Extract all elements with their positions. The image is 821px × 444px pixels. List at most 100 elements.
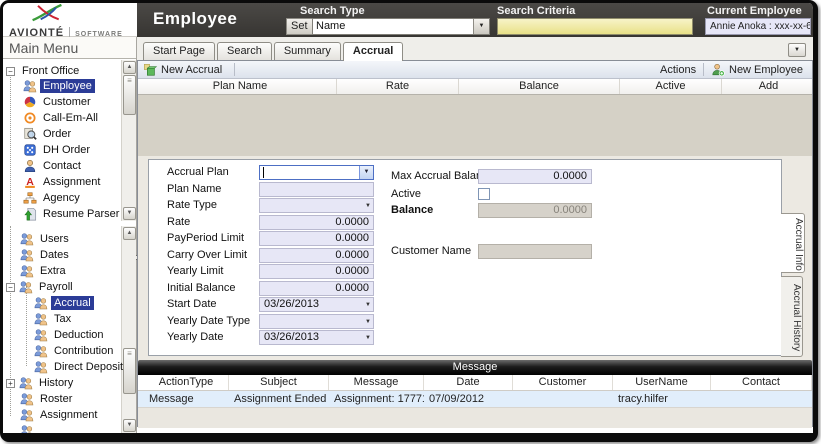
sidebar-item-contribution[interactable]: Contribution [34,343,116,359]
search-criteria-input[interactable] [497,18,693,35]
tab-summary[interactable]: Summary [274,42,341,60]
sidebar-item-assignment[interactable]: Assignment [20,407,100,423]
message-row[interactable]: MessageAssignment EndedAssignment: 17771… [138,391,812,407]
scroll-up-icon[interactable]: ▲ [123,61,136,74]
sidebar-item-order[interactable]: Order [23,126,74,142]
sidebar-item-assignment[interactable]: AAssignment [23,174,103,190]
field-customer-name[interactable] [478,244,592,259]
sidebar-item-contact[interactable]: Contact [23,158,84,174]
search-type-select[interactable]: Name ▼ [312,18,490,35]
sidebar-item-history[interactable]: +History [6,375,76,391]
grid-column-active[interactable]: Active [620,79,722,94]
sidebar-item-label: Assignment [37,408,100,422]
scroll-down-icon[interactable]: ▼ [123,419,136,432]
tree-front-office: − Front Office ▲ ≡ ▼ EmployeeCustomerCal… [3,60,136,221]
message-column-message[interactable]: Message [329,375,424,390]
field-accrual-plan[interactable]: ▼ [259,165,374,180]
actions-label: Actions [660,64,696,76]
sidebar-item-label: Accrual [51,296,94,310]
field-label-initial-balance: Initial Balance [167,281,236,296]
field-yearly-limit[interactable]: 0.0000 [259,264,374,279]
message-column-customer[interactable]: Customer [513,375,613,390]
scrollbar-thumb[interactable]: ≡ [123,75,136,115]
sidebar-item-label: Agency [40,191,83,205]
sidebar-item-users[interactable]: Users [20,231,72,247]
set-button[interactable]: Set [286,18,313,35]
people-icon [34,360,48,374]
field-plan-name[interactable] [259,182,374,197]
grid-column-add[interactable]: Add [722,79,816,94]
grid-column-balance[interactable]: Balance [459,79,620,94]
people-icon [20,232,34,246]
sidebar-item-front-office[interactable]: − Front Office [6,63,82,79]
sidebar-item-dates[interactable]: Dates [20,247,72,263]
sidebar-item-roster[interactable]: Roster [20,391,75,407]
field-balance[interactable]: 0.0000 [478,203,592,218]
tree-expand-icon[interactable]: + [6,379,15,388]
scroll-down-icon[interactable]: ▼ [123,207,136,220]
current-employee-field: Annie Anoka : xxx-xx-6987 [705,18,811,35]
people-icon [34,344,48,358]
chevron-down-icon[interactable]: ▼ [365,319,371,325]
sidebar-item-customer[interactable]: Customer [23,94,94,110]
sidebar-item-deduction[interactable]: Deduction [34,327,107,343]
message-column-contact[interactable]: Contact [711,375,812,390]
accrual-grid-header: Plan NameRateBalanceActiveAdd [138,79,812,95]
field-yearly-date[interactable]: 03/26/2013▼ [259,330,374,345]
chevron-down-icon[interactable]: ▼ [365,335,371,341]
sidebar: Main Menu − Front Office ▲ ≡ ▼ EmployeeC… [3,37,137,433]
chevron-down-icon[interactable]: ▼ [473,19,489,34]
tab-search[interactable]: Search [217,42,272,60]
people-icon [19,376,33,390]
field-initial-balance[interactable]: 0.0000 [259,281,374,296]
field-value: 0.0000 [553,170,587,182]
message-panel-header[interactable]: Message [138,360,812,375]
tab-overflow-button[interactable]: ▼ [788,43,806,57]
people-icon [20,408,34,422]
tree-bottom-scrollbar[interactable]: ▲ ≡ ▼ [121,226,136,433]
sidebar-item-tax[interactable]: Tax [34,311,74,327]
chevron-down-icon[interactable]: ▼ [359,166,373,179]
grid-column-plan-name[interactable]: Plan Name [144,79,337,94]
field-rate[interactable]: 0.0000 [259,215,374,230]
field-rate-type[interactable]: ▼ [259,198,374,213]
new-accrual-button[interactable]: New Accrual [143,62,222,78]
checkbox-active[interactable] [478,188,490,200]
field-yearly-date-type[interactable]: ▼ [259,314,374,329]
grid-column-rate[interactable]: Rate [337,79,459,94]
sidebar-item-direct-deposit[interactable]: Direct Deposit [34,359,126,375]
field-max-accrual-balance[interactable]: 0.0000 [478,169,592,184]
side-tab-accrual-history[interactable]: Accrual History [781,276,803,357]
new-employee-button[interactable]: New Employee [711,62,803,78]
tab-start-page[interactable]: Start Page [143,42,215,60]
chevron-down-icon[interactable]: ▼ [365,302,371,308]
tree-collapse-icon[interactable]: − [6,283,15,292]
actions-button[interactable]: Actions [660,62,696,78]
message-column-username[interactable]: UserName [613,375,711,390]
field-carry-over-limit[interactable]: 0.0000 [259,248,374,263]
sidebar-item-accrual[interactable]: Accrual [34,295,94,311]
sidebar-item-payroll[interactable]: −Payroll [6,279,76,295]
search-type-label: Search Type [300,5,365,17]
sidebar-item-employee[interactable]: Employee [23,78,95,94]
sidebar-item-label: Contact [40,159,84,173]
message-table-empty-area [138,407,812,428]
tree-top-scrollbar[interactable]: ▲ ≡ ▼ [121,60,136,221]
accrual-grid-body[interactable] [138,95,812,156]
message-column-subject[interactable]: Subject [229,375,329,390]
field-start-date[interactable]: 03/26/2013▼ [259,297,374,312]
tree-collapse-icon[interactable]: − [6,67,15,76]
sidebar-item-resume-parser[interactable]: Resume Parser [23,206,122,221]
scroll-up-icon[interactable]: ▲ [123,227,136,240]
message-column-actiontype[interactable]: ActionType [144,375,229,390]
field-payperiod-limit[interactable]: 0.0000 [259,231,374,246]
tab-accrual[interactable]: Accrual [343,42,403,61]
side-tab-accrual-info[interactable]: Accrual Info [781,213,805,273]
sidebar-item-agency[interactable]: Agency [23,190,83,206]
sidebar-item-extra[interactable]: Extra [20,263,69,279]
chevron-down-icon[interactable]: ▼ [365,203,371,209]
sidebar-item-call-em-all[interactable]: Call-Em-All [23,110,101,126]
message-column-date[interactable]: Date [424,375,513,390]
sidebar-item-partial[interactable] [20,423,43,433]
sidebar-item-dh-order[interactable]: DH Order [23,142,93,158]
